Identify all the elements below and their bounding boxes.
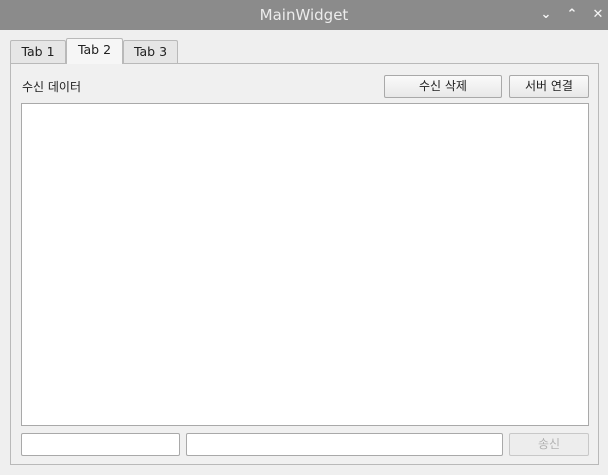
- maximize-icon[interactable]: ⌃: [563, 7, 581, 23]
- received-data-label: 수신 데이터: [22, 80, 82, 94]
- window-title: MainWidget: [259, 6, 349, 24]
- tab-3[interactable]: Tab 3: [123, 40, 178, 64]
- connect-server-button[interactable]: 서버 연결: [509, 75, 589, 98]
- send-input-1[interactable]: [21, 433, 180, 456]
- close-icon[interactable]: ✕: [589, 7, 607, 23]
- received-data-textarea[interactable]: [21, 103, 589, 426]
- clear-received-button[interactable]: 수신 삭제: [384, 75, 502, 98]
- tab-1[interactable]: Tab 1: [10, 40, 66, 64]
- title-bar[interactable]: MainWidget ⌄ ⌃ ✕: [0, 0, 608, 30]
- tab-2[interactable]: Tab 2: [66, 38, 123, 64]
- minimize-icon[interactable]: ⌄: [537, 7, 555, 23]
- send-button[interactable]: 송신: [509, 433, 589, 456]
- send-input-2[interactable]: [186, 433, 503, 456]
